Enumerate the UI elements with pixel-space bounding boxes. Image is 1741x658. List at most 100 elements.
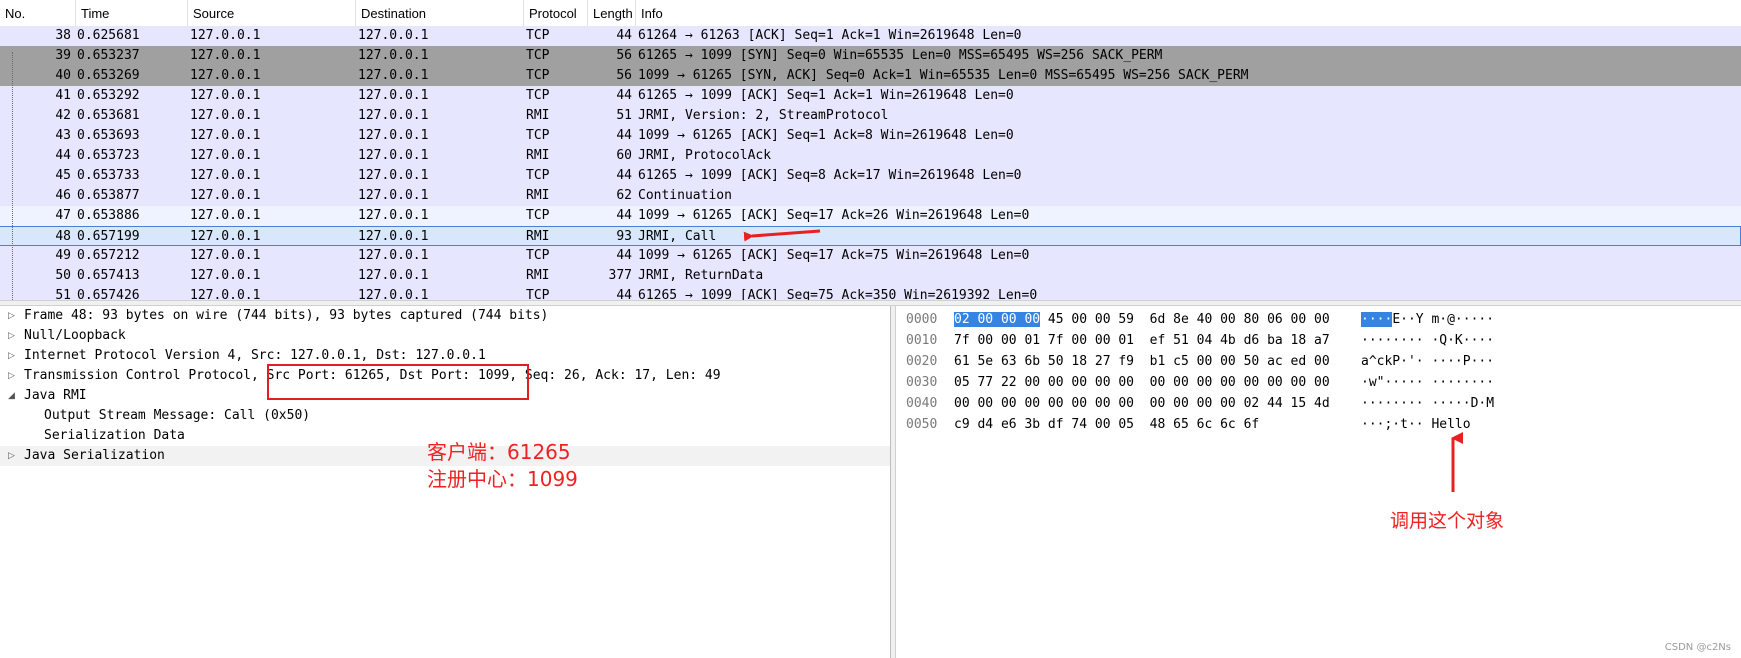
hex-offset: 0050 (906, 417, 938, 432)
packet-no: 41 (55, 88, 71, 103)
packet-no: 40 (55, 68, 71, 83)
ascii-bytes[interactable]: ········ ·Q·K···· (1361, 331, 1494, 351)
port-highlight-box (267, 364, 529, 400)
column-time[interactable]: Time (76, 0, 188, 26)
packet-dst: 127.0.0.1 (358, 268, 429, 283)
packet-no: 38 (55, 28, 71, 43)
packet-time: 0.657212 (77, 248, 140, 263)
packet-info: 61265 → 1099 [ACK] Seq=8 Ack=17 Win=2619… (638, 168, 1022, 183)
packet-src: 127.0.0.1 (190, 168, 261, 183)
packet-time: 0.657426 (77, 288, 140, 300)
packet-info: 1099 → 61265 [ACK] Seq=17 Ack=26 Win=261… (638, 208, 1030, 223)
expand-triangle-icon[interactable]: ▷ (8, 346, 20, 366)
packet-time: 0.653237 (77, 48, 140, 63)
packet-no: 43 (55, 128, 71, 143)
packet-src: 127.0.0.1 (190, 188, 261, 203)
packet-dst: 127.0.0.1 (358, 28, 429, 43)
packet-time: 0.653733 (77, 168, 140, 183)
column-no[interactable]: No. (0, 0, 76, 26)
detail-ipv4[interactable]: ▷ Internet Protocol Version 4, Src: 127.… (0, 346, 890, 366)
packet-time: 0.657413 (77, 268, 140, 283)
detail-output-stream-message[interactable]: Output Stream Message: Call (0x50) (0, 406, 890, 426)
packet-dst: 127.0.0.1 (358, 128, 429, 143)
packet-row[interactable]: 49 0.657212 127.0.0.1 127.0.0.1 TCP 44 1099 → … (0, 246, 1741, 266)
hex-bytes[interactable]: 00 00 00 00 00 00 00 00 00 00 00 00 02 4… (954, 394, 1330, 414)
related-packets-line (12, 52, 14, 300)
hex-values: 61 5e 63 6b 50 18 27 f9 b1 c5 00 00 50 a… (954, 354, 1330, 369)
packet-len: 56 (616, 48, 632, 63)
packet-time: 0.653292 (77, 88, 140, 103)
packet-row[interactable]: 51 0.657426 127.0.0.1 127.0.0.1 TCP 44 61265 →… (0, 286, 1741, 300)
ascii-bytes[interactable]: ····E··Y m·@····· (1361, 310, 1494, 330)
packet-info: Continuation (638, 188, 732, 203)
ascii-bytes[interactable]: ·w"····· ········ (1361, 373, 1494, 393)
packet-row[interactable]: 45 0.653733 127.0.0.1 127.0.0.1 TCP 44 61265 →… (0, 166, 1741, 186)
packet-row[interactable]: 48 0.657199 127.0.0.1 127.0.0.1 RMI 93 JRMI, C… (0, 226, 1741, 246)
packet-row[interactable]: 43 0.653693 127.0.0.1 127.0.0.1 TCP 44 1099 → … (0, 126, 1741, 146)
column-source[interactable]: Source (188, 0, 356, 26)
column-protocol[interactable]: Protocol (524, 0, 588, 26)
column-length[interactable]: Length (588, 0, 636, 26)
detail-frame[interactable]: ▷ Frame 48: 93 bytes on wire (744 bits),… (0, 306, 890, 326)
hex-values: 05 77 22 00 00 00 00 00 00 00 00 00 00 0… (954, 375, 1330, 390)
hex-bytes[interactable]: 05 77 22 00 00 00 00 00 00 00 00 00 00 0… (954, 373, 1330, 393)
packet-row[interactable]: 39 0.653237 127.0.0.1 127.0.0.1 TCP 56 61265 →… (0, 46, 1741, 66)
ascii-highlight: ···· (1361, 312, 1393, 327)
packet-proto: TCP (526, 168, 550, 183)
hex-bytes[interactable]: 7f 00 00 01 7f 00 00 01 ef 51 04 4b d6 b… (954, 331, 1330, 351)
packet-info: 1099 → 61265 [SYN, ACK] Seq=0 Ack=1 Win=… (638, 68, 1249, 83)
hex-bytes[interactable]: 02 00 00 00 45 00 00 59 6d 8e 40 00 80 0… (954, 310, 1330, 330)
packet-row[interactable]: 44 0.653723 127.0.0.1 127.0.0.1 RMI 60 JRMI, P… (0, 146, 1741, 166)
expand-triangle-icon[interactable]: ▷ (8, 326, 20, 346)
packet-row[interactable]: 40 0.653269 127.0.0.1 127.0.0.1 TCP 56 1099 → … (0, 66, 1741, 86)
packet-no: 50 (55, 268, 71, 283)
hex-values: 45 00 00 59 6d 8e 40 00 80 06 00 00 (1040, 312, 1330, 327)
packet-proto: RMI (526, 148, 550, 163)
packet-no: 46 (55, 188, 71, 203)
ascii-bytes[interactable]: ···;·t·· Hello (1361, 415, 1471, 435)
packet-info: JRMI, Version: 2, StreamProtocol (638, 108, 889, 123)
packet-row[interactable]: 38 0.625681 127.0.0.1 127.0.0.1 TCP 44 61264 →… (0, 26, 1741, 46)
hex-bytes[interactable]: 61 5e 63 6b 50 18 27 f9 b1 c5 00 00 50 a… (954, 352, 1330, 372)
packet-proto: TCP (526, 208, 550, 223)
ascii-bytes[interactable]: a^ckP·'· ····P··· (1361, 352, 1494, 372)
packet-info: 61265 → 1099 [SYN] Seq=0 Win=65535 Len=0… (638, 48, 1163, 63)
column-header: No. Time Source Destination Protocol Len… (0, 0, 1741, 27)
packet-no: 49 (55, 248, 71, 263)
hex-offset: 0020 (906, 354, 938, 369)
packet-src: 127.0.0.1 (190, 128, 261, 143)
hex-bytes[interactable]: c9 d4 e6 3b df 74 00 05 48 65 6c 6c 6f (954, 415, 1259, 435)
packet-len: 44 (616, 168, 632, 183)
packet-len: 44 (616, 88, 632, 103)
packet-row[interactable]: 50 0.657413 127.0.0.1 127.0.0.1 RMI 377 JRMI, … (0, 266, 1741, 286)
packet-row[interactable]: 46 0.653877 127.0.0.1 127.0.0.1 RMI 62 Continu… (0, 186, 1741, 206)
packet-len: 44 (616, 208, 632, 223)
packet-proto: TCP (526, 28, 550, 43)
packet-info: 61265 → 1099 [ACK] Seq=75 Ack=350 Win=26… (638, 288, 1038, 300)
packet-proto: TCP (526, 248, 550, 263)
packet-list[interactable]: No. Time Source Destination Protocol Len… (0, 0, 1741, 300)
packet-info: 61264 → 61263 [ACK] Seq=1 Ack=1 Win=2619… (638, 28, 1022, 43)
packet-row[interactable]: 47 0.653886 127.0.0.1 127.0.0.1 TCP 44 1099 → … (0, 206, 1741, 226)
packet-len: 44 (616, 128, 632, 143)
collapse-triangle-icon[interactable]: ◢ (8, 386, 20, 406)
packet-info: 1099 → 61265 [ACK] Seq=17 Ack=75 Win=261… (638, 248, 1030, 263)
expand-triangle-icon[interactable]: ▷ (8, 366, 20, 386)
packet-bytes-pane[interactable]: 0000 02 00 00 00 45 00 00 59 6d 8e 40 00 … (896, 306, 1741, 658)
expand-triangle-icon[interactable]: ▷ (8, 446, 20, 466)
packet-src: 127.0.0.1 (190, 268, 261, 283)
detail-null-loopback[interactable]: ▷ Null/Loopback (0, 326, 890, 346)
column-destination[interactable]: Destination (356, 0, 524, 26)
packet-info: 61265 → 1099 [ACK] Seq=1 Ack=1 Win=26196… (638, 88, 1014, 103)
packet-time: 0.653269 (77, 68, 140, 83)
packet-dst: 127.0.0.1 (358, 68, 429, 83)
annotation-client-port: 客户端：61265 (427, 440, 571, 464)
expand-triangle-icon[interactable]: ▷ (8, 306, 20, 326)
column-info[interactable]: Info (636, 0, 1741, 26)
packet-row[interactable]: 41 0.653292 127.0.0.1 127.0.0.1 TCP 44 61265 →… (0, 86, 1741, 106)
packet-dst: 127.0.0.1 (358, 148, 429, 163)
packet-row[interactable]: 42 0.653681 127.0.0.1 127.0.0.1 RMI 51 JRMI, V… (0, 106, 1741, 126)
hex-values: 00 00 00 00 00 00 00 00 00 00 00 00 02 4… (954, 396, 1330, 411)
packet-time: 0.653693 (77, 128, 140, 143)
ascii-bytes[interactable]: ········ ·····D·M (1361, 394, 1494, 414)
